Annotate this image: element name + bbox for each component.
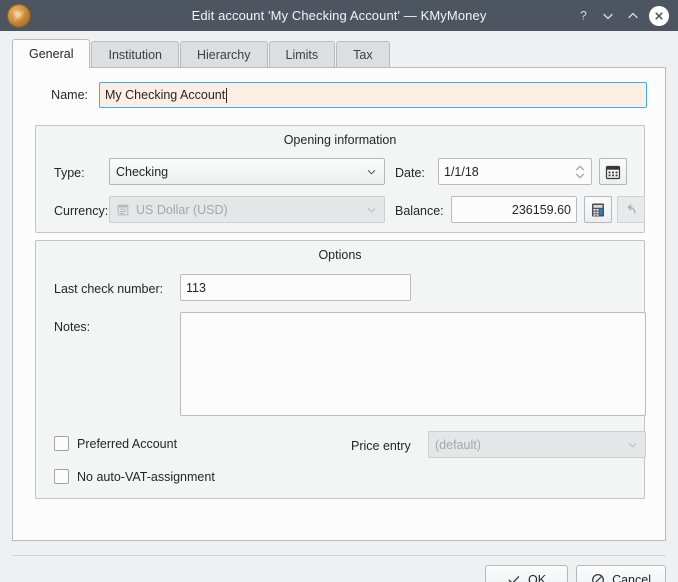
close-icon[interactable] <box>649 6 669 26</box>
svg-text:?: ? <box>580 9 587 22</box>
calendar-icon <box>605 164 621 180</box>
opening-information-title: Opening information <box>36 133 644 147</box>
edit-account-dialog: Edit account 'My Checking Account' — KMy… <box>0 0 678 582</box>
type-combobox-value: Checking <box>116 165 168 179</box>
date-label: Date: <box>395 166 425 180</box>
calculator-button[interactable] <box>584 196 612 223</box>
last-check-number-label: Last check number: <box>54 282 163 296</box>
name-input[interactable]: My Checking Account <box>99 82 647 108</box>
price-entry-label: Price entry <box>351 439 411 453</box>
spinner-down-icon <box>575 173 585 179</box>
currency-combobox-value: US Dollar (USD) <box>136 203 228 217</box>
no-auto-vat-checkbox-row[interactable]: No auto-VAT-assignment <box>54 469 215 484</box>
price-entry-combobox: (default) <box>428 431 646 458</box>
name-label: Name: <box>14 88 99 102</box>
type-combobox[interactable]: Checking <box>109 158 385 185</box>
text-caret <box>226 88 227 103</box>
name-input-value: My Checking Account <box>105 88 225 102</box>
currency-label: Currency: <box>54 204 108 218</box>
title-bar: Edit account 'My Checking Account' — KMy… <box>0 0 678 31</box>
tab-pane-general: Name: My Checking Account Opening inform… <box>12 67 666 541</box>
dialog-body: General Institution Hierarchy Limits Tax… <box>0 31 678 582</box>
opening-information-group: Opening information Type: Checking Date:… <box>35 125 645 233</box>
cancel-button-label: Cancel <box>612 573 651 582</box>
currency-list-icon <box>116 203 130 217</box>
name-row: Name: My Checking Account <box>14 78 666 112</box>
notes-label: Notes: <box>54 320 90 334</box>
undo-arrow-icon <box>624 202 639 217</box>
tab-tax[interactable]: Tax <box>336 41 389 68</box>
tab-general[interactable]: General <box>12 39 90 68</box>
price-entry-value: (default) <box>435 438 481 452</box>
preferred-account-label: Preferred Account <box>77 437 177 451</box>
ok-button[interactable]: OK <box>485 565 568 582</box>
chevron-down-icon <box>367 167 376 176</box>
footer-buttons: OK Cancel <box>485 565 666 582</box>
notes-textarea[interactable] <box>180 312 646 416</box>
tab-institution[interactable]: Institution <box>91 41 179 68</box>
balance-reset-button <box>617 196 645 223</box>
kmymoney-coin-icon <box>7 4 31 28</box>
options-group: Options Last check number: 113 Notes: Pr… <box>35 240 645 499</box>
maximize-icon[interactable] <box>622 5 644 27</box>
tab-hierarchy[interactable]: Hierarchy <box>180 41 268 68</box>
type-label: Type: <box>54 166 85 180</box>
options-title: Options <box>36 248 644 262</box>
date-input[interactable]: 1/1/18 <box>438 158 592 185</box>
minimize-icon[interactable] <box>597 5 619 27</box>
last-check-number-input[interactable]: 113 <box>180 274 411 301</box>
no-auto-vat-label: No auto-VAT-assignment <box>77 470 215 484</box>
check-icon <box>507 573 521 582</box>
calendar-button[interactable] <box>599 158 627 185</box>
balance-label: Balance: <box>395 204 444 218</box>
preferred-account-checkbox[interactable] <box>54 436 69 451</box>
cancel-icon <box>591 573 605 582</box>
balance-input-value: 236159.60 <box>512 203 571 217</box>
window-controls: ? <box>572 0 672 31</box>
date-spinner[interactable] <box>575 165 585 179</box>
tab-bar: General Institution Hierarchy Limits Tax <box>12 39 391 68</box>
balance-input[interactable]: 236159.60 <box>451 196 577 223</box>
last-check-number-value: 113 <box>186 281 206 295</box>
cancel-button[interactable]: Cancel <box>576 565 666 582</box>
tab-limits[interactable]: Limits <box>269 41 336 68</box>
chevron-down-icon <box>367 205 376 214</box>
date-input-value: 1/1/18 <box>444 165 479 179</box>
footer-separator <box>12 555 666 556</box>
no-auto-vat-checkbox[interactable] <box>54 469 69 484</box>
ok-button-label: OK <box>528 573 546 582</box>
preferred-account-checkbox-row[interactable]: Preferred Account <box>54 436 177 451</box>
currency-combobox: US Dollar (USD) <box>109 196 385 223</box>
help-icon[interactable]: ? <box>572 5 594 27</box>
chevron-down-icon <box>628 440 637 449</box>
spinner-up-icon <box>575 165 585 171</box>
calculator-icon <box>590 202 606 218</box>
